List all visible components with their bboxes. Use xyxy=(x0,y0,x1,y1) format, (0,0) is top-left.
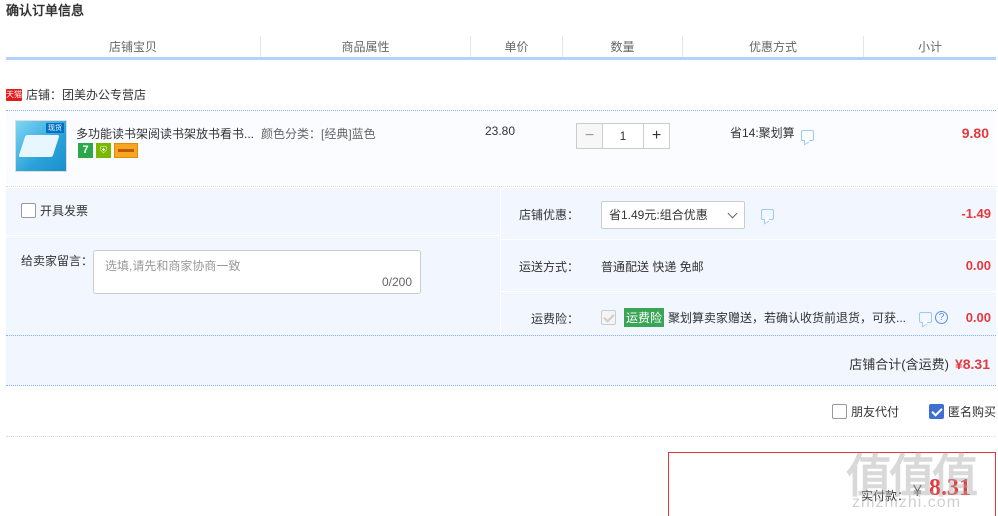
col-header-promo: 优惠方式 xyxy=(683,36,864,57)
unit-price: 23.80 xyxy=(485,124,516,138)
insurance-tag: 运费险 xyxy=(624,308,665,327)
credit-card-icon[interactable] xyxy=(114,143,138,158)
invoice-label: 开具发票 xyxy=(40,204,89,218)
qty-minus-button[interactable]: − xyxy=(576,123,603,149)
insurance-info: 运费险 聚划算卖家赠送，若确认收货前退货，可获... xyxy=(601,308,906,327)
order-table-header: 店铺宝贝 商品属性 单价 数量 优惠方式 小计 xyxy=(6,36,996,60)
shop-discount-select[interactable]: 省1.49元:组合优惠 xyxy=(601,201,745,229)
shipping-value: 普通配送 快递 免邮 xyxy=(601,260,704,274)
shop-name-link[interactable]: 店铺：团美办公专营店 xyxy=(26,86,146,103)
message-icon[interactable] xyxy=(761,209,774,220)
shop-total-label: 店铺合计(含运费) xyxy=(849,357,949,372)
payment-currency: ¥ xyxy=(913,483,922,500)
shop-total: 店铺合计(含运费) ¥8.31 xyxy=(849,354,990,373)
qty-input[interactable]: 1 xyxy=(603,123,643,149)
thumb-tag: 现货 xyxy=(46,123,64,133)
chevron-down-icon xyxy=(727,208,738,219)
seven-day-return-icon[interactable]: 7 xyxy=(78,143,93,158)
col-header-price: 单价 xyxy=(471,36,563,57)
insurance-label: 运费险： xyxy=(530,312,579,326)
anonymous-checkbox[interactable] xyxy=(928,404,944,419)
col-header-subtotal: 小计 xyxy=(917,40,942,54)
order-options-panel: 开具发票 给卖家留言： 选填,请先和商家协商一致 0/200 店铺优惠： 省1.… xyxy=(6,188,997,336)
help-icon[interactable]: ? xyxy=(935,311,948,324)
quantity-stepper: − 1 + xyxy=(576,123,670,149)
seller-message-textarea[interactable]: 选填,请先和商家协商一致 0/200 xyxy=(93,250,421,294)
product-title-link[interactable]: 多功能读书架阅读书架放书看书... xyxy=(76,125,254,142)
shop-line: 天猫 店铺：团美办公专营店 xyxy=(6,86,146,103)
shop-discount-amount: -1.49 xyxy=(961,206,991,221)
insurance-icons: ? xyxy=(919,311,948,324)
friend-pay-option[interactable]: 朋友代付 xyxy=(831,403,899,420)
shipping-amount: 0.00 xyxy=(965,258,991,273)
shop-discount-row: 店铺优惠： 省1.49元:组合优惠 -1.49 xyxy=(501,188,997,240)
insurance-amount: 0.00 xyxy=(965,310,991,325)
promo-method: 省14:聚划算 xyxy=(730,124,814,142)
friend-pay-checkbox[interactable] xyxy=(831,404,847,419)
anonymous-option[interactable]: 匿名购买 xyxy=(928,403,996,420)
invoice-checkbox[interactable] xyxy=(21,203,36,218)
col-header-attr: 商品属性 xyxy=(261,36,471,57)
friend-pay-label: 朋友代付 xyxy=(850,405,899,419)
shop-total-amount: ¥8.31 xyxy=(954,356,990,372)
payment-label: 实付款： xyxy=(861,489,910,503)
book-stand-image xyxy=(18,135,60,157)
product-thumbnail[interactable]: 现货 xyxy=(15,120,67,172)
service-icons: 7 ⛨ xyxy=(78,143,138,158)
col-header-item: 店铺宝贝 xyxy=(6,36,261,57)
message-icon[interactable] xyxy=(919,312,932,323)
promo-text: 省14:聚划算 xyxy=(730,126,795,140)
message-char-count: 0/200 xyxy=(381,275,412,289)
product-sku: 颜色分类：[经典]蓝色 xyxy=(261,127,376,141)
shipping-label: 运送方式： xyxy=(518,260,579,274)
anonymous-label: 匿名购买 xyxy=(947,405,996,419)
divider xyxy=(6,235,500,236)
options-left: 开具发票 给卖家留言： 选填,请先和商家协商一致 0/200 xyxy=(6,188,500,336)
extra-options: 朋友代付 匿名购买 xyxy=(6,403,996,420)
shop-total-row: 店铺合计(含运费) ¥8.31 xyxy=(6,336,996,386)
message-label: 给卖家留言： xyxy=(21,254,94,268)
order-item-row: 现货 多功能读书架阅读书架放书看书... 7 ⛨ 颜色分类：[经典]蓝色 23.… xyxy=(6,110,996,187)
divider xyxy=(6,436,996,437)
shipping-row: 运送方式： 普通配送 快递 免邮 0.00 xyxy=(501,240,997,292)
payment-amount: 8.31 xyxy=(929,475,971,501)
message-icon[interactable] xyxy=(800,130,814,142)
col-header-qty: 数量 xyxy=(563,36,683,57)
item-subtotal: 9.80 xyxy=(961,125,989,141)
insurance-checkbox[interactable] xyxy=(601,310,616,325)
invoice-option[interactable]: 开具发票 xyxy=(21,202,88,219)
shop-discount-label: 店铺优惠： xyxy=(518,208,579,222)
tmall-icon: 天猫 xyxy=(6,88,22,101)
page-title: 确认订单信息 xyxy=(6,3,85,18)
qty-plus-button[interactable]: + xyxy=(643,123,670,149)
shop-discount-value: 省1.49元:组合优惠 xyxy=(609,208,708,222)
payment-summary-box: 实付款： ¥ 8.31 xyxy=(668,452,996,516)
insurance-text: 聚划算卖家赠送，若确认收货前退货，可获... xyxy=(668,311,907,325)
options-right: 店铺优惠： 省1.49元:组合优惠 -1.49 运送方式： 普通配送 快递 免邮… xyxy=(500,188,997,336)
guarantee-icon[interactable]: ⛨ xyxy=(96,143,111,158)
message-placeholder: 选填,请先和商家协商一致 xyxy=(105,259,241,273)
